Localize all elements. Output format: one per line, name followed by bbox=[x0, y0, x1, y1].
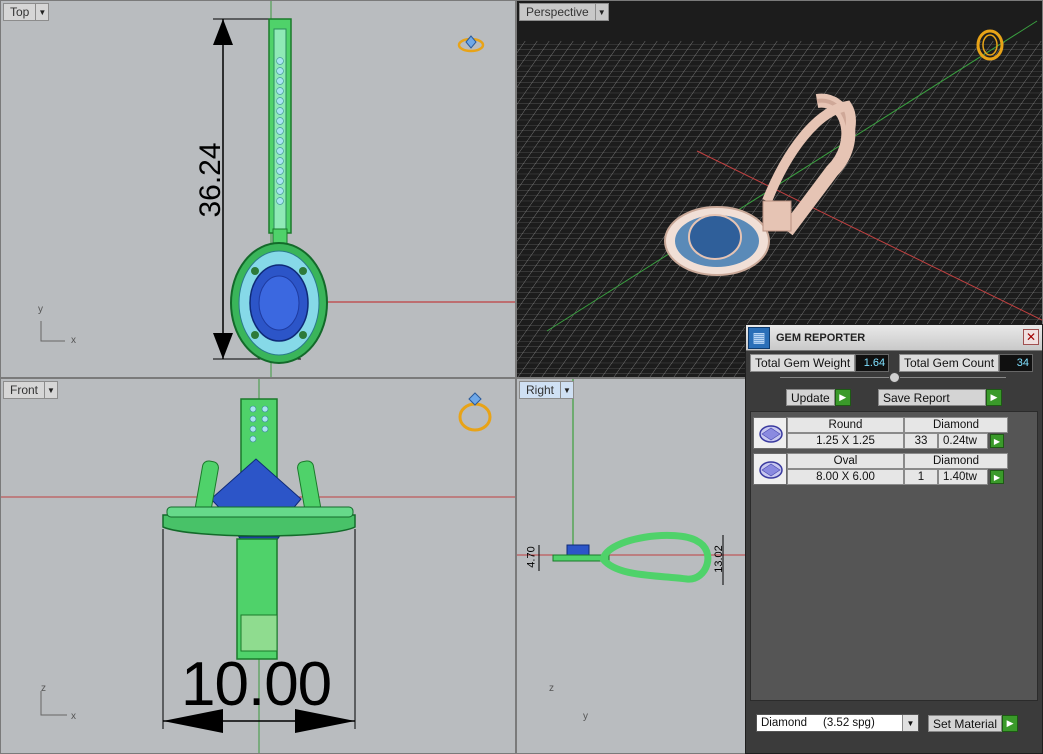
total-count-value: 34 bbox=[999, 354, 1034, 372]
update-button[interactable]: Update ▶ bbox=[786, 389, 851, 406]
material-select[interactable]: Diamond (3.52 spg) ▼ bbox=[756, 714, 919, 732]
viewport-label-perspective[interactable]: Perspective ▼ bbox=[519, 3, 609, 21]
list-item[interactable]: Oval Diamond 8.00 X 6.00 1 1.40tw ▶ bbox=[753, 453, 1021, 487]
total-count-label: Total Gem Count bbox=[899, 354, 1000, 372]
gem-size: 8.00 X 6.00 bbox=[787, 469, 904, 485]
axis-z-label: z bbox=[41, 683, 46, 694]
chevron-down-icon[interactable]: ▼ bbox=[35, 4, 48, 20]
ring-icon[interactable] bbox=[973, 27, 1007, 61]
total-weight-value: 1.64 bbox=[855, 354, 890, 372]
panel-title: GEM REPORTER bbox=[776, 331, 866, 344]
viewport-label-top[interactable]: Top ▼ bbox=[3, 3, 50, 21]
dimension-width-label: 13.02 bbox=[712, 545, 725, 573]
gem-material: Diamond bbox=[904, 453, 1008, 469]
chevron-down-icon[interactable]: ▼ bbox=[560, 382, 573, 398]
play-icon: ▶ bbox=[986, 389, 1002, 406]
play-icon: ▶ bbox=[834, 389, 851, 406]
total-weight-row: Total Gem Weight 1.64 bbox=[750, 354, 890, 372]
axis-y-label: y bbox=[38, 304, 43, 315]
axis-x-label: x bbox=[71, 711, 76, 722]
gem-reporter-logo-icon: ▦ bbox=[748, 326, 770, 349]
play-icon: ▶ bbox=[1002, 715, 1019, 732]
gem-size: 1.25 X 1.25 bbox=[787, 433, 904, 449]
gem-select-button[interactable]: ▶ bbox=[990, 434, 1004, 448]
save-report-button[interactable]: Save Report ▶ bbox=[878, 389, 1002, 406]
viewport-label-right[interactable]: Right ▼ bbox=[519, 381, 575, 399]
gem-list: Round Diamond 1.25 X 1.25 33 0.24tw ▶ Ov… bbox=[750, 411, 1038, 701]
axis-z-label: z bbox=[549, 683, 554, 694]
oval-gem-icon bbox=[753, 453, 787, 485]
splitter-handle[interactable] bbox=[889, 372, 900, 383]
ring-icon[interactable] bbox=[456, 33, 486, 55]
gem-shape: Oval bbox=[787, 453, 904, 469]
chevron-down-icon[interactable]: ▼ bbox=[594, 4, 608, 20]
dimension-label: 10.00 bbox=[181, 650, 332, 719]
total-count-row: Total Gem Count 34 bbox=[899, 354, 1034, 372]
top-view-model bbox=[40, 1, 515, 377]
set-material-button[interactable]: Set Material ▶ bbox=[928, 715, 1019, 732]
top-viewport[interactable]: Top ▼ 36.24 y x bbox=[0, 0, 516, 378]
gem-count: 33 bbox=[904, 433, 938, 449]
front-viewport[interactable]: Front ▼ 10.00 z x bbox=[0, 378, 516, 754]
axis-x-label: x bbox=[71, 335, 76, 346]
right-viewport[interactable]: Right ▼ 4.70 13.02 z y bbox=[516, 378, 746, 754]
gem-reporter-panel: ▦ GEM REPORTER ✕ Total Gem Weight 1.64 T… bbox=[745, 324, 1043, 754]
chevron-down-icon[interactable]: ▼ bbox=[902, 715, 918, 731]
dimension-height-label: 4.70 bbox=[525, 546, 538, 568]
gem-weight: 1.40tw bbox=[938, 469, 988, 485]
viewport-label-front[interactable]: Front ▼ bbox=[3, 381, 59, 399]
perspective-viewport[interactable]: Perspective ▼ bbox=[516, 0, 1043, 378]
gem-count: 1 bbox=[904, 469, 938, 485]
close-icon[interactable]: ✕ bbox=[1023, 329, 1039, 345]
gem-select-button[interactable]: ▶ bbox=[990, 470, 1004, 484]
list-item[interactable]: Round Diamond 1.25 X 1.25 33 0.24tw ▶ bbox=[753, 417, 1021, 451]
total-weight-label: Total Gem Weight bbox=[750, 354, 856, 372]
chevron-down-icon[interactable]: ▼ bbox=[44, 382, 57, 398]
axis-y-label: y bbox=[583, 711, 588, 722]
right-view-model bbox=[517, 379, 745, 585]
dimension-label: 36.24 bbox=[194, 142, 227, 218]
gem-material: Diamond bbox=[904, 417, 1008, 433]
ring-icon[interactable] bbox=[455, 389, 495, 433]
gem-reporter-titlebar[interactable]: ▦ GEM REPORTER ✕ bbox=[746, 325, 1042, 351]
perspective-grid bbox=[517, 20, 1042, 377]
gem-weight: 0.24tw bbox=[938, 433, 988, 449]
gem-shape: Round bbox=[787, 417, 904, 433]
round-gem-icon bbox=[753, 417, 787, 449]
